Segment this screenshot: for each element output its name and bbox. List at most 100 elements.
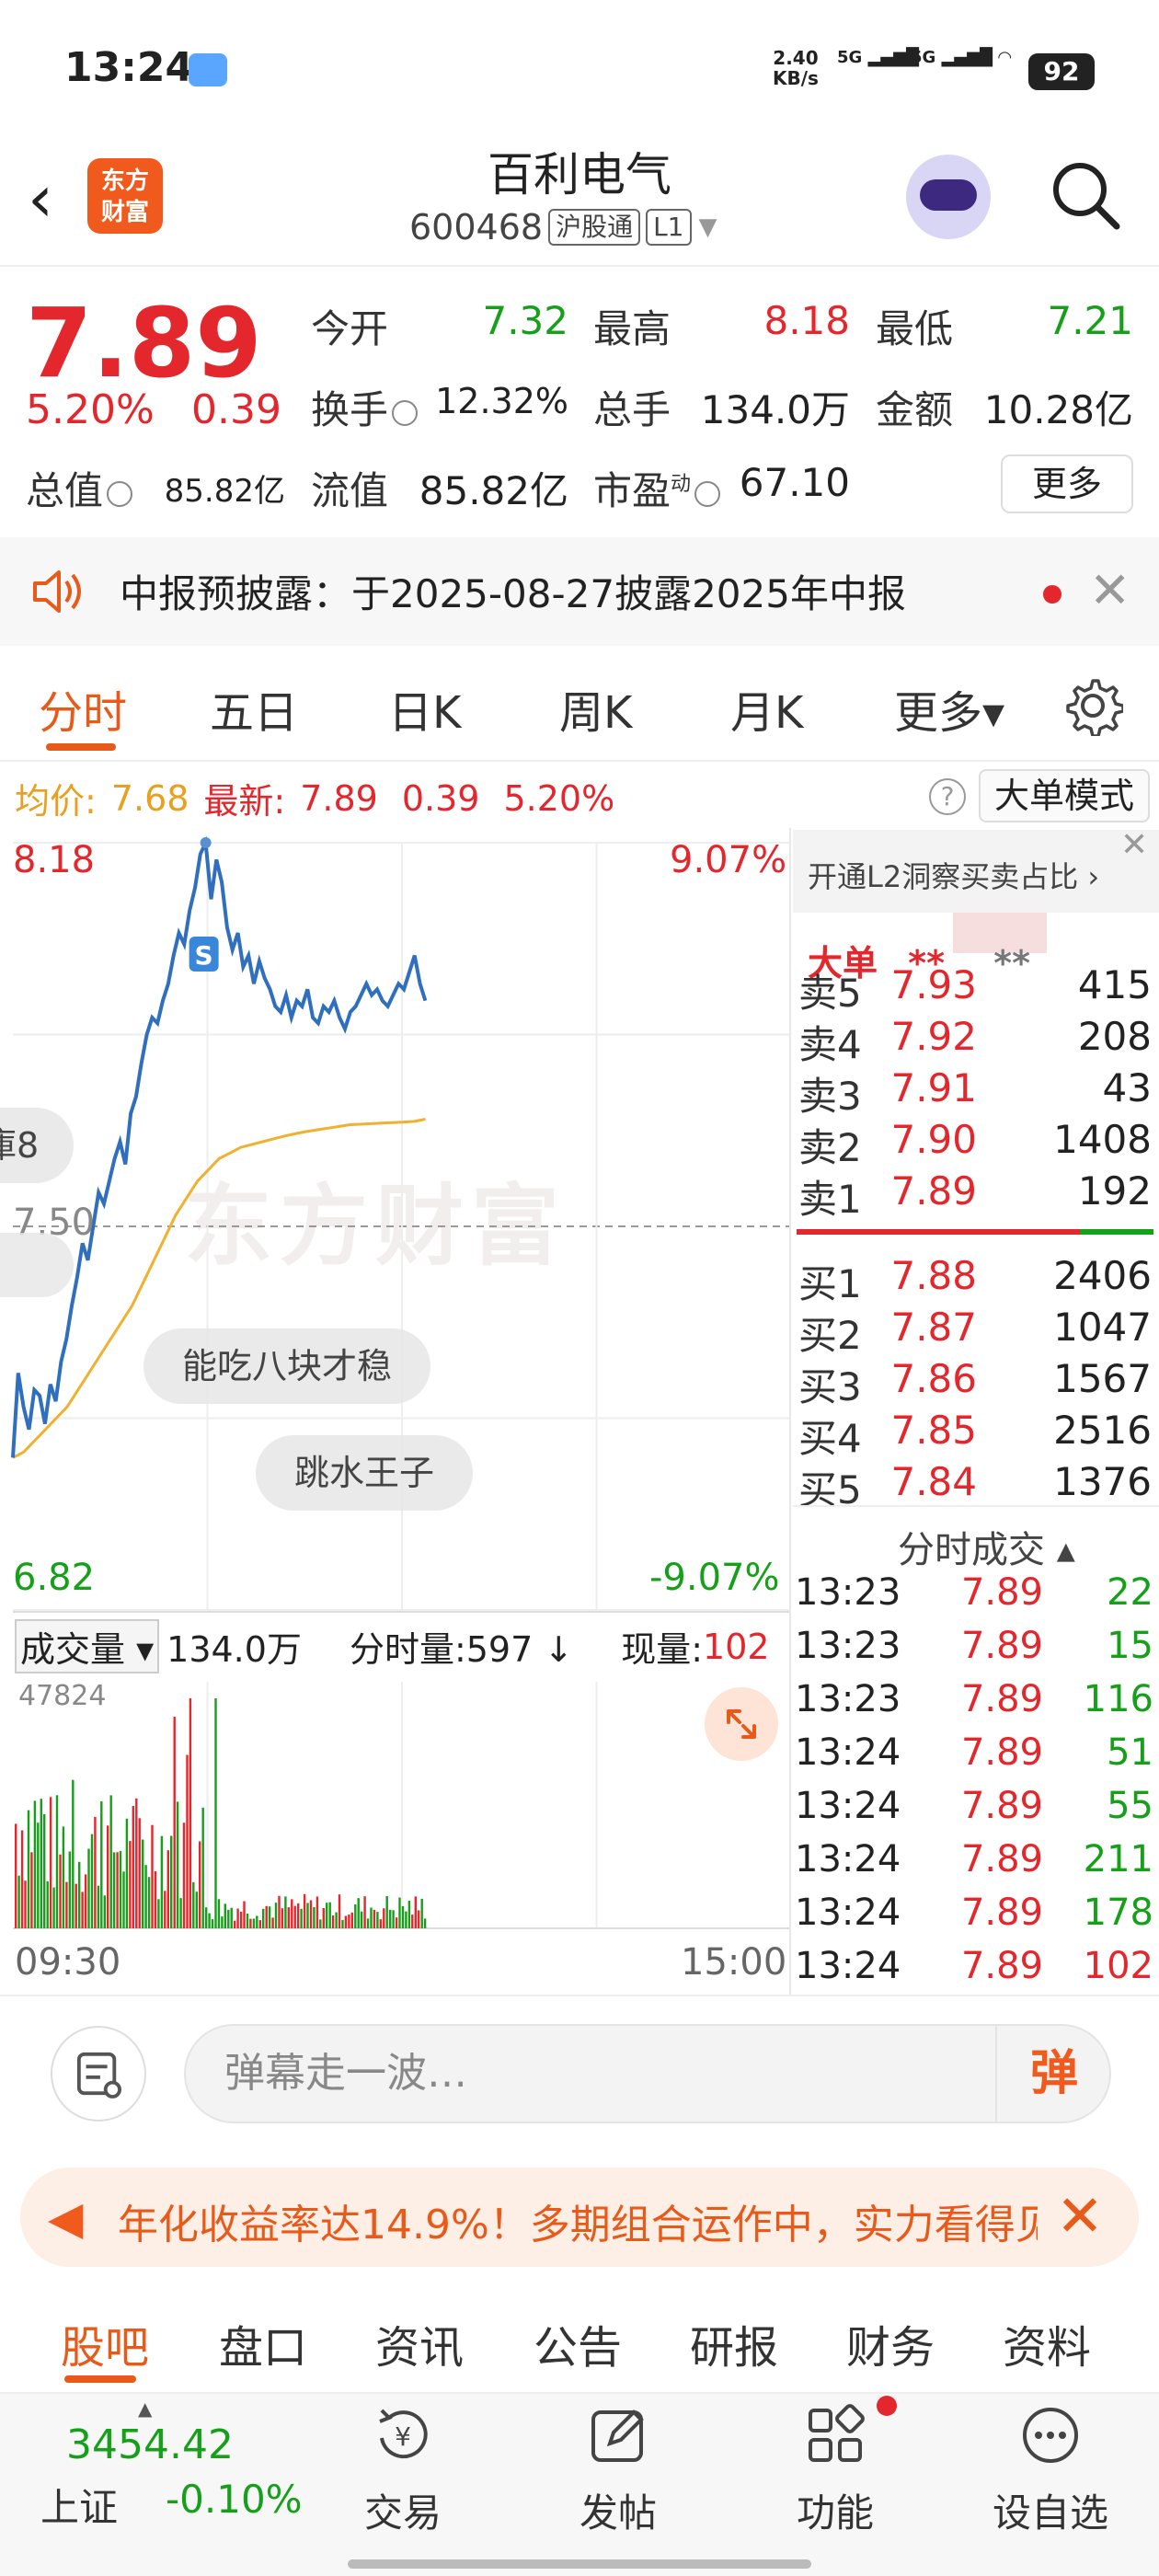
volume-bar	[405, 1911, 407, 1928]
volume-bar	[418, 1910, 420, 1928]
volume-bar	[401, 1905, 405, 1928]
volume-bar	[186, 1754, 189, 1928]
info-icon[interactable]	[107, 480, 133, 507]
volume-bar	[189, 1698, 192, 1928]
tab-profile[interactable]: 资料	[1003, 2311, 1091, 2375]
bid-row-price: 7.86	[890, 1356, 977, 1401]
volume-bar	[142, 1839, 144, 1928]
volume-bar	[227, 1909, 230, 1928]
volume-bar	[392, 1910, 395, 1928]
tab-five-day[interactable]: 五日	[210, 676, 298, 741]
volume-bar	[151, 1824, 154, 1928]
info-icon[interactable]	[392, 399, 419, 426]
tab-monthly-k[interactable]: 月K	[730, 676, 803, 741]
close-icon[interactable]: ✕	[1089, 561, 1130, 619]
big-order-mode-button[interactable]: 大单模式	[979, 769, 1150, 822]
ask-bid-divider	[1080, 1229, 1153, 1235]
close-icon[interactable]: ✕	[1120, 826, 1148, 864]
volume-bar	[338, 1894, 341, 1928]
tab-intraday[interactable]: 分时	[39, 676, 127, 741]
ask-row-vol: 192	[1077, 1168, 1152, 1213]
float-value: 85.82亿	[419, 468, 568, 513]
tab-finance[interactable]: 财务	[846, 2311, 935, 2375]
volume-bar	[224, 1903, 226, 1928]
index-percent[interactable]: -0.10%	[166, 2477, 303, 2522]
volume-bar	[55, 1795, 59, 1928]
volume-bar	[78, 1861, 81, 1928]
tab-guba[interactable]: 股吧	[61, 2311, 149, 2375]
megaphone-icon: ◀	[48, 2191, 84, 2245]
volume-bar	[107, 1825, 109, 1928]
total-volume: 134.0万	[166, 1629, 302, 1670]
volume-bar	[72, 1779, 75, 1928]
notice-text: 中报预披露：于2025-08-27披露2025年中报	[120, 571, 906, 616]
ask-row-price: 7.90	[890, 1117, 977, 1162]
low-value: 7.21	[1047, 298, 1133, 343]
volume-bar	[119, 1850, 122, 1928]
tab-news[interactable]: 资讯	[375, 2311, 464, 2375]
price-axis-top: 8.18	[13, 839, 96, 881]
index-trend-arrow: ▲	[138, 2398, 153, 2420]
nav-post[interactable]: 发帖	[554, 2403, 683, 2538]
danmaku-input[interactable]: 弹幕走一波…	[184, 2024, 1111, 2123]
volume-bar	[59, 1854, 62, 1928]
volume-bar	[100, 1800, 103, 1928]
tab-research[interactable]: 研报	[690, 2311, 778, 2375]
tab-pankou[interactable]: 盘口	[219, 2311, 307, 2375]
ask-bid-divider	[797, 1229, 1080, 1235]
close-icon[interactable]: ✕	[1056, 2182, 1104, 2249]
chart-info-line: 均价: 7.68 最新: 7.89 0.39 5.20%	[15, 773, 614, 823]
more-button[interactable]: 更多	[1001, 454, 1133, 513]
intraday-chart[interactable]: S	[0, 828, 791, 1996]
indicator-select[interactable]: 成交量 ▾	[15, 1619, 160, 1673]
tick-time: 13:23	[795, 1678, 901, 1720]
tick-time: 13:24	[795, 1892, 901, 1934]
volume-bar	[122, 1871, 125, 1928]
bid-row-vol: 1047	[1053, 1305, 1152, 1350]
mktcap-label: 总值	[26, 460, 136, 516]
ticks-title[interactable]: 分时成交 ▴	[898, 1520, 1075, 1573]
help-icon[interactable]: ?	[929, 778, 966, 815]
volume-header: 成交量 ▾ 134.0万 分时量:597 ↓ 现量: 102	[15, 1619, 770, 1673]
notification-dot	[877, 2396, 897, 2416]
change-amount: 0.39	[191, 386, 281, 433]
chevron-down-icon: ▼	[698, 213, 717, 241]
tick-volume: 51	[1107, 1731, 1153, 1774]
nav-trade[interactable]: ¥ 交易	[339, 2403, 467, 2538]
expand-icon[interactable]	[705, 1687, 778, 1761]
danmaku-settings-icon[interactable]	[51, 2026, 146, 2122]
info-icon[interactable]	[694, 480, 721, 507]
volume-bar	[68, 1851, 71, 1928]
stock-code-row[interactable]: 600468 沪股通 L1 ▼	[409, 207, 717, 247]
tab-more[interactable]: 更多▾	[894, 676, 1004, 741]
tab-daily-k[interactable]: 日K	[388, 676, 461, 741]
bid-row-label: 买2	[798, 1313, 862, 1358]
price-axis-bottom: 6.82	[13, 1557, 96, 1599]
tab-weekly-k[interactable]: 周K	[559, 676, 632, 741]
volume-bar	[221, 1916, 224, 1928]
search-icon[interactable]	[1049, 158, 1122, 232]
volume-bars	[15, 1698, 427, 1928]
tab-announcements[interactable]: 公告	[534, 2311, 622, 2375]
nav-add-watchlist[interactable]: 设自选	[986, 2403, 1115, 2538]
level-tag: L1	[646, 209, 692, 246]
danmaku-send-button[interactable]: 弹	[995, 2024, 1111, 2123]
volume-bar	[208, 1913, 211, 1928]
volume-bar	[363, 1896, 366, 1928]
pe-label: 市盈动	[593, 460, 724, 516]
robot-face	[920, 179, 977, 211]
time-axis-end: 15:00	[681, 1941, 787, 1984]
index-name[interactable]: 上证	[40, 2477, 118, 2533]
pct-axis-bottom: -9.07%	[649, 1557, 780, 1599]
index-value[interactable]: 3454.42	[66, 2421, 234, 2468]
nav-functions[interactable]: 功能	[771, 2403, 900, 2538]
volume-axis-max: 47824	[18, 1680, 107, 1712]
volume-bar	[201, 1807, 204, 1928]
speaker-icon	[33, 570, 81, 613]
volume-bar	[154, 1871, 157, 1928]
gear-icon[interactable]	[1062, 675, 1123, 736]
volume-bar	[379, 1919, 382, 1928]
edit-icon	[591, 2409, 644, 2462]
volume-bar	[293, 1905, 296, 1928]
volume-bar	[125, 1818, 129, 1928]
